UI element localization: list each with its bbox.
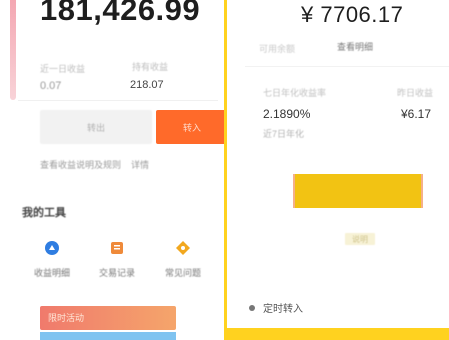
divider — [245, 66, 449, 67]
divider — [18, 100, 218, 101]
explain-link[interactable]: 说明 — [345, 233, 375, 245]
balance-sublabel: 可用余额 — [259, 44, 296, 54]
right-panel: ¥ 7706.17 可用余额 查看明细 七日年化收益率 昨日收益 2.1890%… — [227, 0, 449, 328]
transfer-in-button[interactable]: 转入 — [156, 110, 224, 144]
quick-action-label: 交易记录 — [98, 268, 135, 278]
confirm-button-border — [293, 174, 423, 208]
chart-icon — [42, 238, 62, 258]
promo-banner[interactable]: 限时活动 — [40, 306, 176, 330]
stat-label-1: 近一日收益 — [40, 64, 86, 74]
auto-transfer-label: 定时转入 — [263, 304, 303, 315]
quick-action-1[interactable]: 收益明细 — [30, 238, 74, 279]
quick-action-3[interactable]: 常见问题 — [161, 238, 205, 279]
stat-label-2: 持有收益 — [132, 62, 169, 72]
tip-link[interactable]: 详情 — [131, 158, 149, 171]
metric-label-1: 七日年化收益率 — [263, 88, 327, 98]
details-link[interactable]: 查看明细 — [337, 40, 373, 53]
radio-icon[interactable] — [249, 304, 255, 311]
quick-action-2[interactable]: 交易记录 — [95, 238, 139, 279]
list-icon — [107, 238, 127, 258]
bottom-bar — [224, 328, 449, 340]
balance-amount: ¥ 7706.17 — [301, 2, 404, 27]
rate-note: 近7日年化 — [263, 129, 305, 139]
banner-strip — [40, 332, 176, 340]
scroll-indicator[interactable] — [10, 0, 16, 100]
annual-rate: 2.1890% — [263, 107, 311, 121]
quick-action-label: 常见问题 — [164, 268, 201, 278]
tip-text: 查看收益说明及规则 — [40, 160, 122, 170]
section-title: 我的工具 — [22, 207, 66, 219]
quick-action-label: 收益明细 — [33, 268, 70, 278]
total-amount: 181,426.99 — [40, 0, 201, 27]
help-icon — [173, 238, 193, 258]
stat-value-1: 0.07 — [40, 80, 62, 92]
stat-value-2: 218.07 — [130, 79, 164, 91]
auto-transfer-option[interactable]: 定时转入 — [249, 300, 303, 315]
tip-row: 查看收益说明及规则 详情 — [40, 158, 149, 171]
metric-label-2: 昨日收益 — [397, 88, 434, 98]
left-panel: 181,426.99 近一日收益 持有收益 0.07 218.07 转出 转入 … — [0, 0, 224, 340]
transfer-out-button[interactable]: 转出 — [40, 110, 152, 144]
daily-earnings: ¥6.17 — [401, 107, 432, 121]
